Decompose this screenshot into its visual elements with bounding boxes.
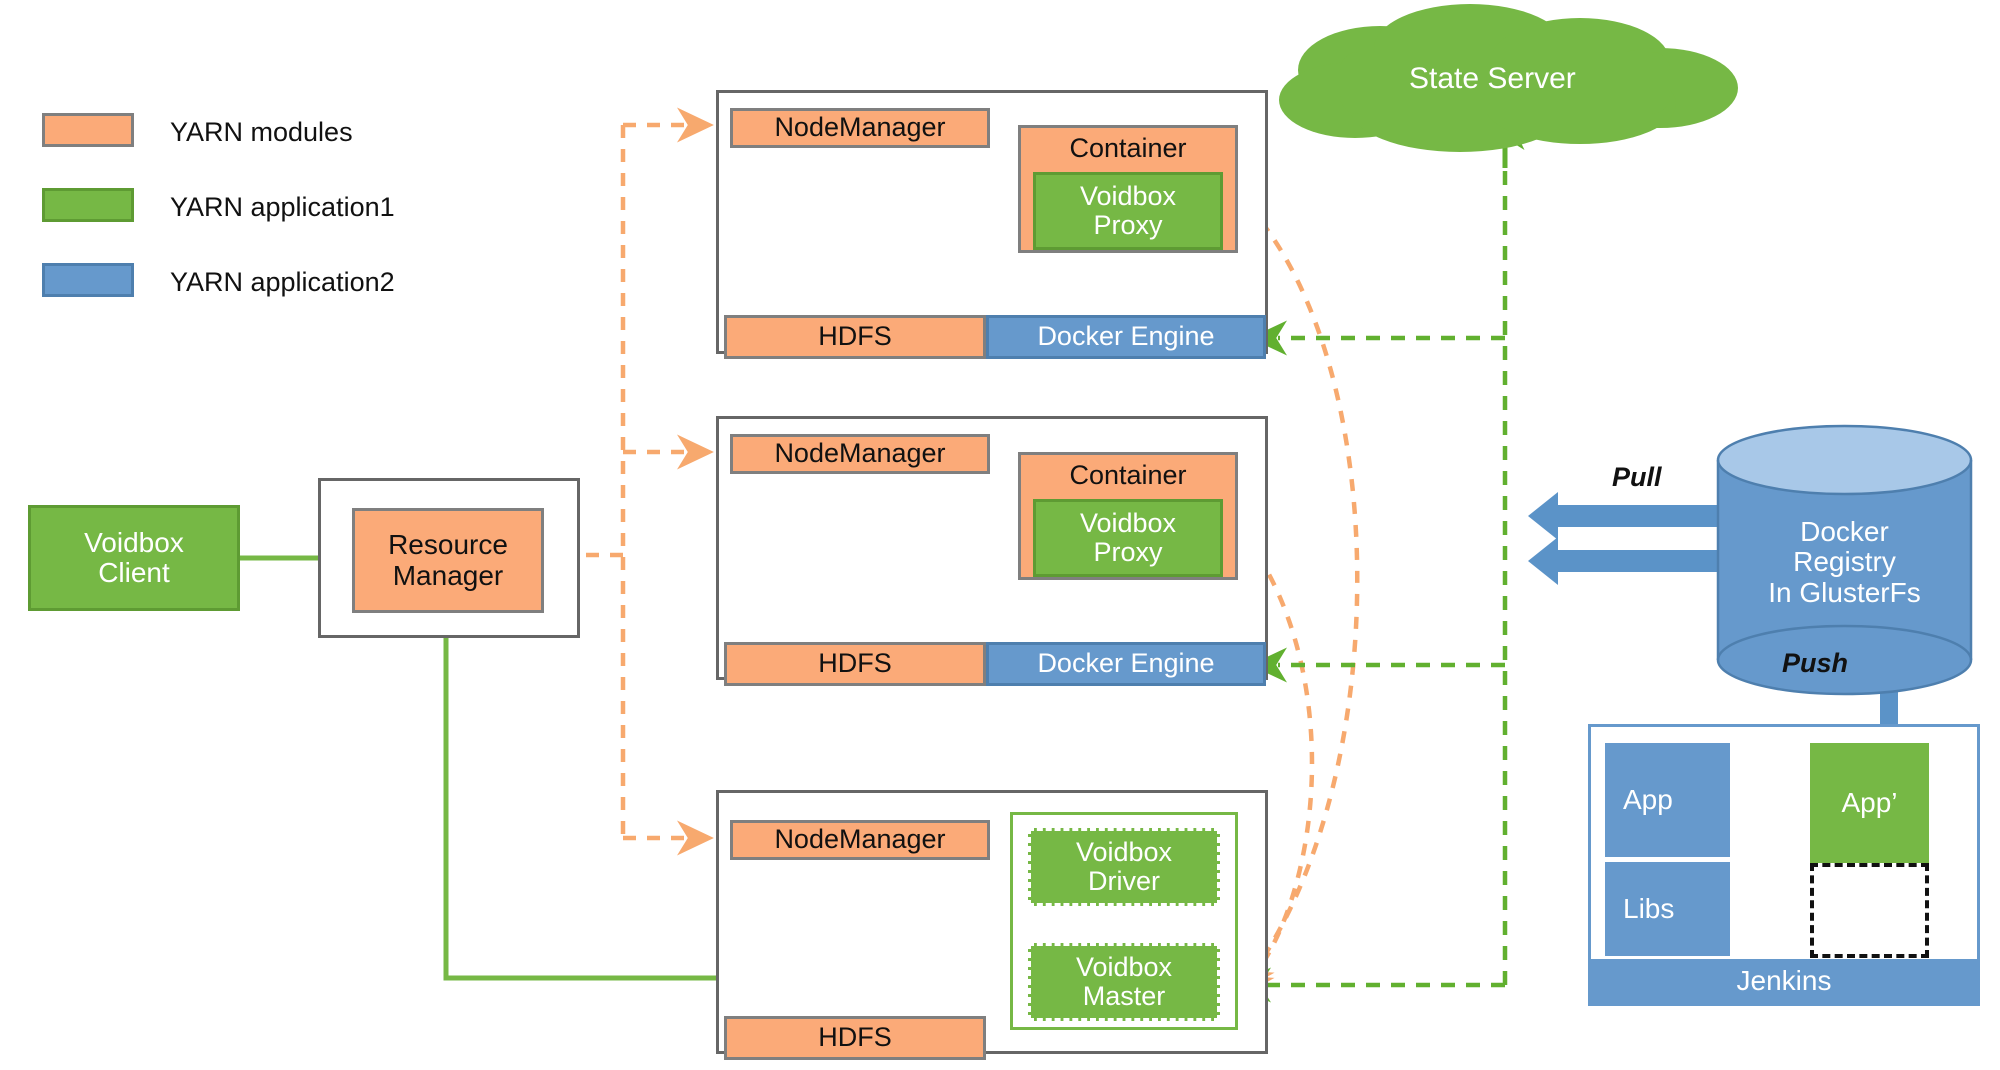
jenkins-label: Jenkins <box>1736 965 1832 997</box>
legend-label-yarn-application1: YARN application1 <box>170 192 395 222</box>
legend-swatch-yarn-application1 <box>42 188 134 222</box>
docker-registry-label: Docker Registry In GlusterFs <box>1768 516 1921 608</box>
node3-voidbox-driver-label: Voidbox Driver <box>1075 836 1173 896</box>
diagram-canvas: YARN modules YARN application1 YARN appl… <box>0 0 2000 1070</box>
node2-hdfs-label: HDFS <box>818 648 892 679</box>
node1-voidbox-proxy-box[interactable]: Voidbox Proxy <box>1033 172 1223 250</box>
legend-swatch-yarn-modules <box>42 113 134 147</box>
node1-nodemanager-label: NodeManager <box>774 112 946 143</box>
node1-nodemanager-box[interactable]: NodeManager <box>730 108 990 148</box>
node2-voidbox-proxy-label: Voidbox Proxy <box>1079 507 1177 567</box>
node2-voidbox-proxy-box[interactable]: Voidbox Proxy <box>1033 499 1223 577</box>
node2-container-label: Container <box>1069 460 1187 490</box>
docker-registry-label-wrap: Docker Registry In GlusterFs <box>1718 470 1971 655</box>
resource-manager-label: Resource Manager <box>388 529 508 591</box>
legend-label-yarn-modules: YARN modules <box>170 117 353 147</box>
jenkins-app-box[interactable]: App <box>1605 743 1730 857</box>
node1-hdfs-box[interactable]: HDFS <box>724 315 986 359</box>
node2-hdfs-box[interactable]: HDFS <box>724 642 986 686</box>
node1-container-label: Container <box>1069 133 1187 163</box>
jenkins-empty-layer-box <box>1810 863 1929 958</box>
node2-docker-engine-label: Docker Engine <box>1037 648 1215 679</box>
node3-nodemanager-label: NodeManager <box>774 824 946 855</box>
state-server-label: State Server <box>1409 62 1576 95</box>
node3-hdfs-box[interactable]: HDFS <box>724 1016 986 1060</box>
node1-hdfs-label: HDFS <box>818 321 892 352</box>
node2-nodemanager-label: NodeManager <box>774 438 946 469</box>
node3-voidbox-master-box[interactable]: Voidbox Master <box>1028 943 1220 1021</box>
jenkins-app-prime-box[interactable]: App’ <box>1810 743 1929 863</box>
jenkins-app-label: App <box>1623 783 1673 815</box>
voidbox-client-box[interactable]: Voidbox Client <box>28 505 240 611</box>
jenkins-libs-box[interactable]: Libs <box>1605 862 1730 956</box>
jenkins-title-bar[interactable]: Jenkins <box>1590 959 1978 1004</box>
resource-manager-box[interactable]: Resource Manager <box>352 508 544 613</box>
node1-voidbox-proxy-label: Voidbox Proxy <box>1079 180 1177 240</box>
push-arrow-label: Push <box>1782 648 1849 678</box>
node1-docker-engine-box[interactable]: Docker Engine <box>986 315 1266 359</box>
node3-hdfs-label: HDFS <box>818 1022 892 1053</box>
node1-docker-engine-label: Docker Engine <box>1037 321 1215 352</box>
jenkins-app-prime-label: App’ <box>1841 786 1898 818</box>
node3-voidbox-master-label: Voidbox Master <box>1075 951 1173 1011</box>
node3-voidbox-driver-box[interactable]: Voidbox Driver <box>1028 828 1220 906</box>
pull-arrow-label: Pull <box>1612 462 1662 492</box>
node3-nodemanager-box[interactable]: NodeManager <box>730 820 990 860</box>
legend-swatch-yarn-application2 <box>42 263 134 297</box>
voidbox-client-label: Voidbox Client <box>84 526 184 588</box>
node2-docker-engine-box[interactable]: Docker Engine <box>986 642 1266 686</box>
node2-nodemanager-box[interactable]: NodeManager <box>730 434 990 474</box>
legend-label-yarn-application2: YARN application2 <box>170 267 395 297</box>
jenkins-libs-label: Libs <box>1623 892 1675 924</box>
